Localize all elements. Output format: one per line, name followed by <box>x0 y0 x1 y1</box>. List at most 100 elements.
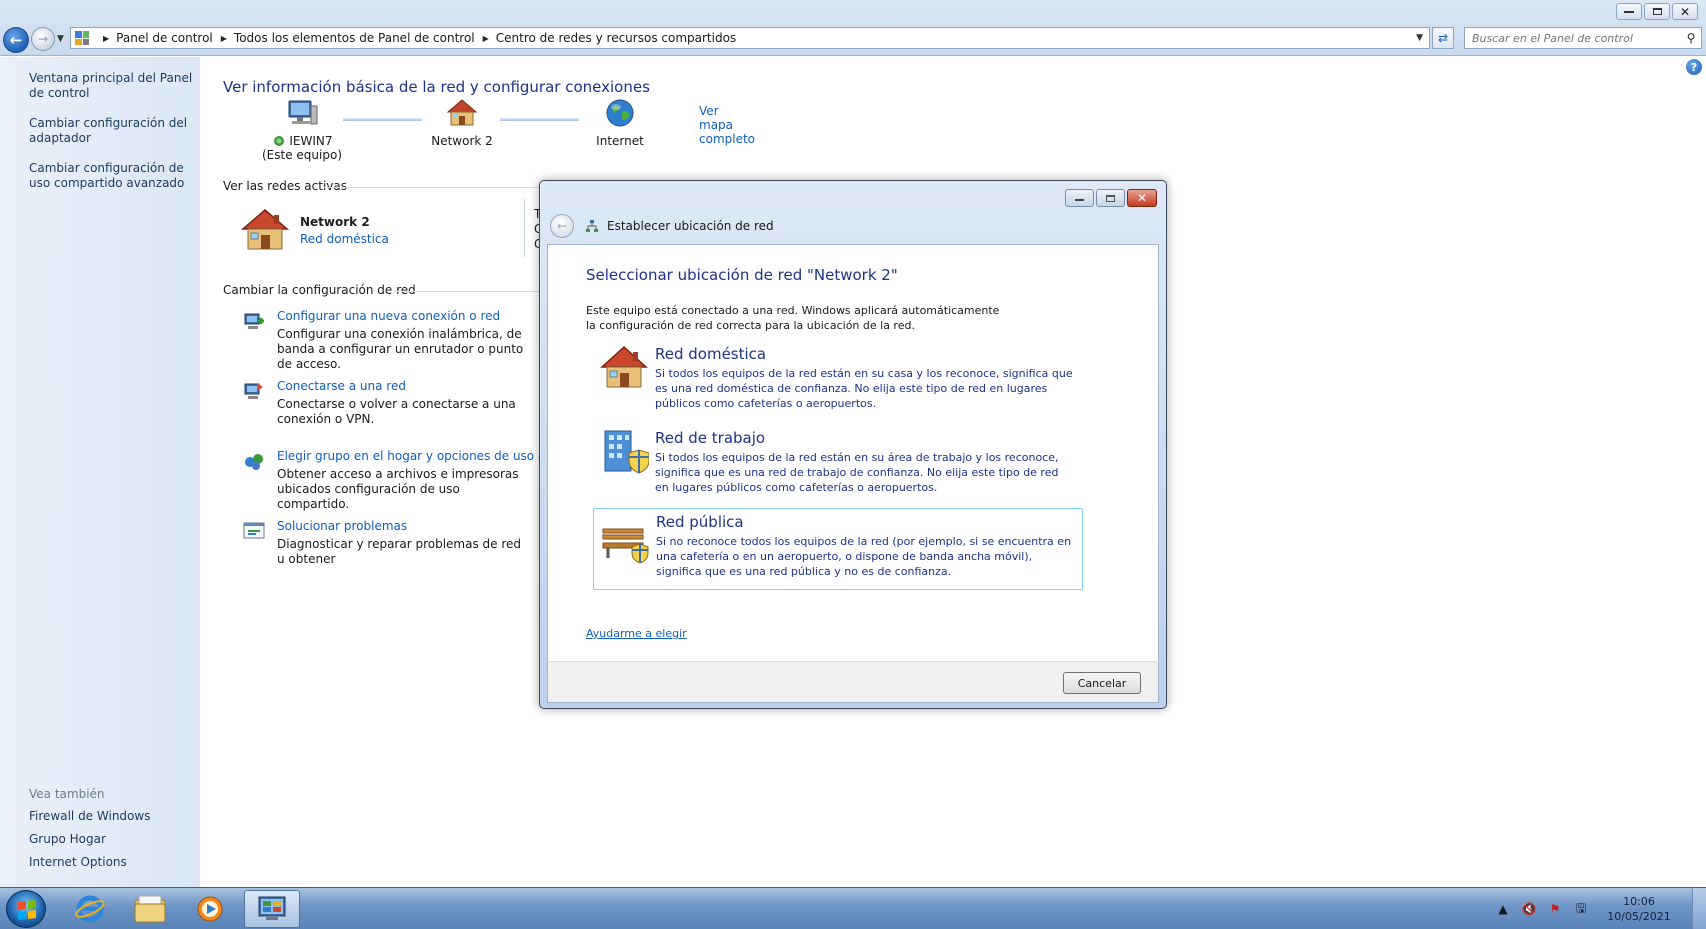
location-title: Red pública <box>656 513 744 531</box>
internet-explorer-icon <box>75 895 105 923</box>
volume-muted-icon[interactable]: 🔇 <box>1519 902 1539 916</box>
address-dropdown-icon[interactable]: ▼ <box>1416 33 1423 43</box>
location-option-work[interactable]: Red de trabajo Si todos los equipos de l… <box>593 425 1083 507</box>
location-option-public[interactable]: Red pública Si no reconoce todos los equ… <box>593 508 1083 590</box>
location-description: Si todos los equipos de la red están en … <box>655 451 1059 494</box>
left-pane: Ventana principal del Panel de control C… <box>0 57 200 887</box>
control-panel-icon <box>75 31 89 45</box>
map-node-internet[interactable]: Internet <box>580 98 660 148</box>
cancel-button[interactable]: Cancelar <box>1063 672 1141 694</box>
network-badge-icon <box>273 136 284 146</box>
back-button[interactable]: ← <box>3 27 29 53</box>
task-troubleshoot-link[interactable]: Solucionar problemas <box>277 519 407 533</box>
search-icon[interactable]: ⚲ <box>1681 31 1701 45</box>
taskbar-control-panel[interactable] <box>244 890 300 928</box>
sidebar-tasks: Ventana principal del Panel de control C… <box>29 71 194 206</box>
active-network-name: Network 2 <box>300 215 370 229</box>
dialog-footer: Cancelar <box>547 661 1159 703</box>
clock-time: 10:06 <box>1623 895 1655 908</box>
show-desktop-button[interactable] <box>1692 888 1706 929</box>
close-button[interactable]: ✕ <box>1672 3 1698 20</box>
dialog-heading: Seleccionar ubicación de red "Network 2" <box>586 266 898 284</box>
network-location-icon <box>586 220 598 232</box>
network-tray-icon[interactable]: 🖫 <box>1571 899 1591 920</box>
breadcrumb-item[interactable]: Centro de redes y recursos compartidos <box>496 31 736 45</box>
see-also-internet-options[interactable]: Internet Options <box>29 855 194 870</box>
forward-button[interactable]: → <box>31 27 55 51</box>
dialog-body-bottom <box>547 642 1159 661</box>
show-hidden-icons-icon[interactable]: ▲ <box>1493 902 1513 916</box>
refresh-icon: ⇄ <box>1437 31 1449 45</box>
sidebar-link-control-panel-home[interactable]: Ventana principal del Panel de control <box>29 71 194 101</box>
globe-icon <box>606 99 634 127</box>
taskbar-media-player[interactable] <box>182 890 238 928</box>
action-center-icon[interactable]: ⚑ <box>1545 902 1565 916</box>
system-tray: ▲ 🔇 ⚑ 🖫 10:06 10/05/2021 <box>1490 888 1706 929</box>
address-bar[interactable]: ▶ Panel de control ▶ Todos los elementos… <box>70 27 1430 49</box>
map-computer-name: IEWIN7 <box>289 134 333 148</box>
map-node-computer[interactable]: IEWIN7 (Este equipo) <box>260 98 344 162</box>
windows-logo-icon <box>18 900 36 920</box>
full-map-link[interactable]: Ver mapa completo <box>699 104 755 146</box>
taskbar: ▲ 🔇 ⚑ 🖫 10:06 10/05/2021 <box>0 887 1706 929</box>
breadcrumb-separator-icon[interactable]: ▶ <box>103 34 109 43</box>
see-also-heading: Vea también <box>29 787 105 801</box>
minimize-button[interactable] <box>1616 3 1642 20</box>
location-description: Si todos los equipos de la red están en … <box>655 367 1073 410</box>
taskbar-explorer[interactable] <box>122 890 178 928</box>
breadcrumb-separator-icon[interactable]: ▶ <box>483 34 489 43</box>
task-connect-link[interactable]: Conectarse a una red <box>277 379 406 393</box>
active-network-type-link[interactable]: Red doméstica <box>300 232 389 246</box>
minimize-icon <box>1075 199 1084 201</box>
map-node-network[interactable]: Network 2 <box>422 98 502 148</box>
location-description: Si no reconoce todos los equipos de la r… <box>656 535 1072 578</box>
task-homegroup-link[interactable]: Elegir grupo en el hogar y opciones de u… <box>277 449 579 463</box>
breadcrumb-item[interactable]: Panel de control <box>116 31 213 45</box>
map-computer-sub: (Este equipo) <box>262 148 342 162</box>
sidebar-link-advanced-sharing[interactable]: Cambiar configuración de uso compartido … <box>29 161 194 191</box>
map-network-name: Network 2 <box>431 134 493 148</box>
refresh-button[interactable]: ⇄ <box>1432 27 1454 49</box>
window-toolbar: ✕ ← → ▼ ▶ Panel de control ▶ Todos los e… <box>0 0 1706 56</box>
see-also-homegroup[interactable]: Grupo Hogar <box>29 832 194 847</box>
see-also-firewall[interactable]: Firewall de Windows <box>29 809 194 824</box>
page-title: Ver información básica de la red y confi… <box>223 78 650 96</box>
start-button[interactable] <box>6 890 46 928</box>
breadcrumb-item[interactable]: Todos los elementos de Panel de control <box>234 31 475 45</box>
clock-date: 10/05/2021 <box>1607 910 1671 923</box>
location-title: Red doméstica <box>655 345 767 363</box>
dialog-body: Seleccionar ubicación de red "Network 2"… <box>547 244 1159 642</box>
location-title: Red de trabajo <box>655 429 766 447</box>
task-description: Configurar una conexión inalámbrica, de … <box>277 327 524 371</box>
search-input[interactable] <box>1472 31 1681 45</box>
dialog-maximize-button[interactable] <box>1096 189 1125 207</box>
restore-button[interactable] <box>1644 3 1670 20</box>
help-me-choose-link[interactable]: Ayudarme a elegir <box>586 627 687 640</box>
house-icon <box>446 99 478 126</box>
park-bench-icon <box>602 528 649 564</box>
computer-icon <box>288 100 318 125</box>
close-icon: ✕ <box>1679 4 1691 19</box>
map-internet-label: Internet <box>596 134 644 148</box>
dialog-close-button[interactable]: ✕ <box>1127 189 1157 207</box>
task-new-connection-link[interactable]: Configurar una nueva conexión o red <box>277 309 500 323</box>
close-icon: ✕ <box>1136 191 1148 205</box>
back-arrow-icon: ← <box>556 219 568 233</box>
folder-icon <box>134 895 166 923</box>
dialog-minimize-button[interactable] <box>1065 189 1094 207</box>
restore-icon <box>1652 8 1662 15</box>
new-connection-icon <box>244 313 264 329</box>
window-controls: ✕ <box>1616 3 1698 20</box>
breadcrumb-separator-icon[interactable]: ▶ <box>221 34 227 43</box>
dialog-back-button[interactable]: ← <box>550 214 574 238</box>
minimize-icon <box>1624 10 1634 13</box>
set-network-location-dialog: ✕ ← Establecer ubicación de red Seleccio… <box>539 180 1167 709</box>
office-building-icon <box>604 430 649 474</box>
house-icon <box>600 345 648 388</box>
taskbar-internet-explorer[interactable] <box>62 890 118 928</box>
location-option-home[interactable]: Red doméstica Si todos los equipos de la… <box>593 341 1083 423</box>
recent-pages-dropdown[interactable]: ▼ <box>57 34 64 44</box>
sidebar-link-adapter-settings[interactable]: Cambiar configuración del adaptador <box>29 116 194 146</box>
network-center-icon <box>258 896 286 920</box>
clock[interactable]: 10:06 10/05/2021 <box>1594 894 1684 924</box>
